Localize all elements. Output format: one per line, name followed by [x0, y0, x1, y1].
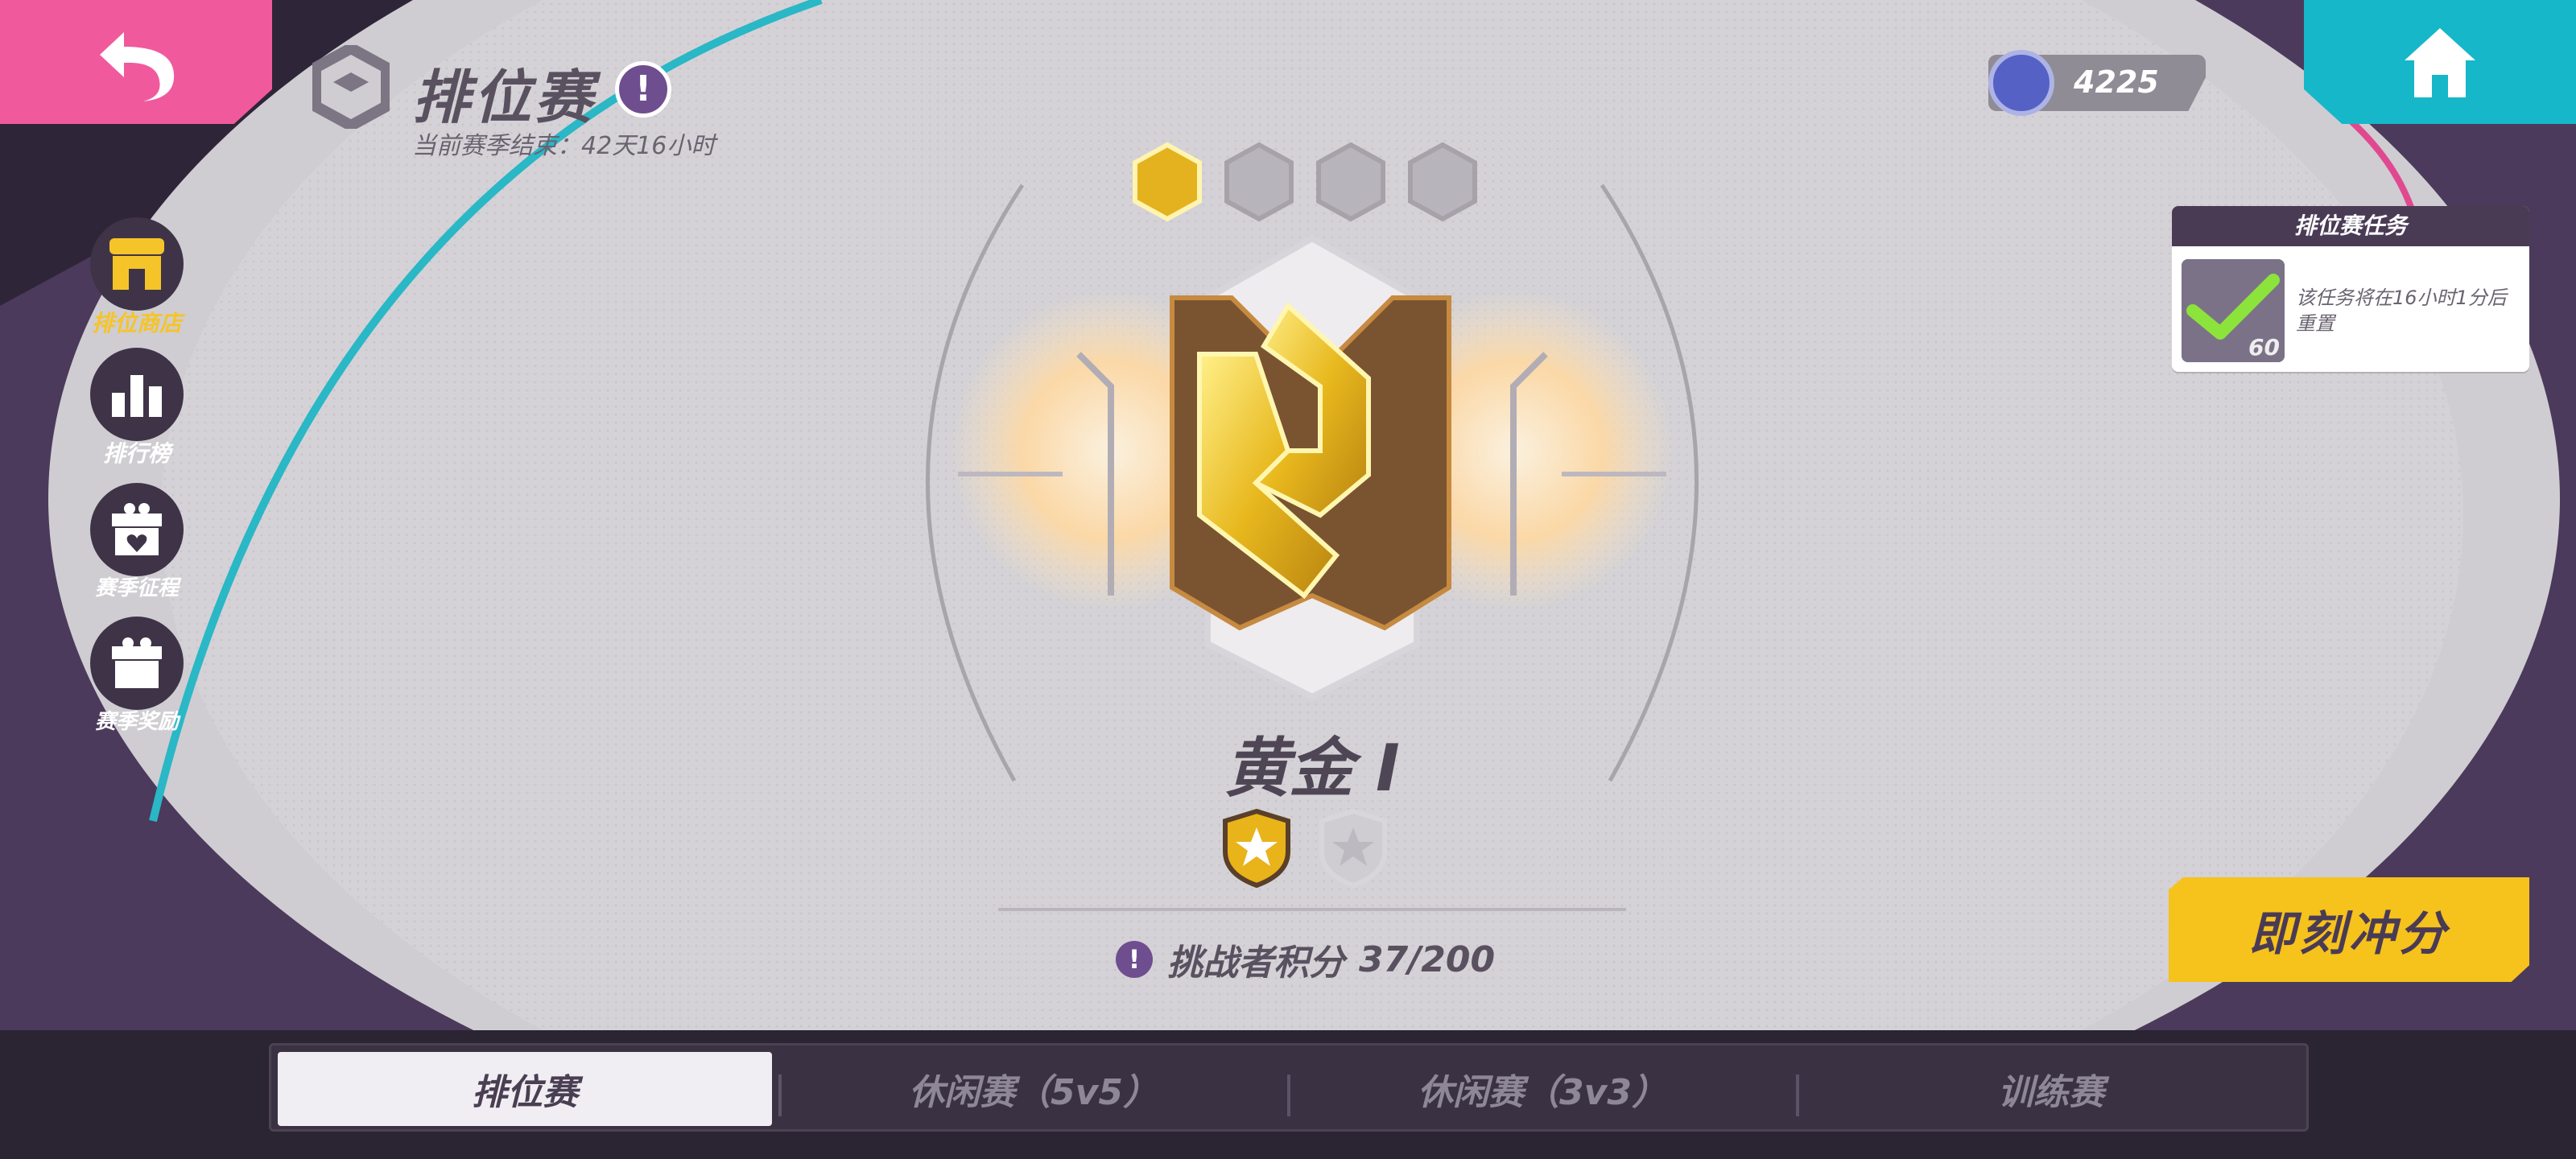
- leaderboard-icon: [90, 348, 184, 441]
- tab-casual-3v3[interactable]: 休闲赛（3v3）: [1295, 1052, 1790, 1126]
- tier-progress: [1132, 142, 1478, 222]
- sidebar-label: 赛季征程: [94, 576, 179, 600]
- season-journey-icon: [90, 483, 184, 576]
- tab-training[interactable]: 训练赛: [1804, 1052, 2298, 1126]
- ranked-logo-icon: [312, 45, 390, 129]
- tier-hex-empty-icon: [1224, 142, 1294, 222]
- sidebar-label: 排位商店: [91, 310, 182, 336]
- tier-hex-filled-icon: [1133, 142, 1202, 222]
- currency-value: 4225: [2074, 64, 2159, 100]
- sidebar-label: 赛季奖励: [94, 710, 179, 734]
- tier-hex-empty-icon: [1316, 142, 1385, 222]
- tier-hex-empty-icon: [1408, 142, 1477, 222]
- play-now-button[interactable]: 即刻冲分: [2169, 877, 2529, 982]
- star-earned-icon: [1223, 808, 1290, 889]
- back-button[interactable]: [0, 0, 272, 124]
- tab-separator: [778, 1074, 782, 1116]
- sidebar-item-season-reward[interactable]: 赛季奖励: [89, 617, 185, 735]
- task-thumb-number: 60: [2248, 334, 2280, 361]
- sidebar-item-rank-shop[interactable]: 排位商店: [89, 217, 185, 338]
- sidebar-item-season-journey[interactable]: 赛季征程: [89, 483, 185, 601]
- mode-tab-bar: 排位赛 休闲赛（5v5） 休闲赛（3v3） 训练赛: [269, 1043, 2309, 1132]
- rank-stars: [1220, 808, 1389, 889]
- back-arrow-icon: [100, 32, 175, 101]
- tab-ranked[interactable]: 排位赛: [278, 1052, 772, 1126]
- sidebar-item-leaderboard[interactable]: 排行榜: [89, 348, 185, 468]
- challenger-points: ! 挑战者积分 37/200: [1116, 934, 1495, 985]
- challenger-label: 挑战者积分: [1167, 942, 1344, 984]
- tab-casual-5v5[interactable]: 休闲赛（5v5）: [786, 1052, 1281, 1126]
- sidebar-label: 排行榜: [102, 440, 171, 467]
- challenger-value: 37/200: [1359, 938, 1496, 980]
- tab-separator: [1287, 1074, 1290, 1116]
- home-button[interactable]: [2304, 0, 2576, 124]
- rules-info-icon[interactable]: !: [615, 61, 671, 118]
- star-empty-icon: [1319, 808, 1387, 889]
- challenger-info-icon[interactable]: !: [1116, 941, 1153, 978]
- task-thumbnail: 60: [2182, 259, 2285, 362]
- game-stage: 排位赛 ! 当前赛季结束：42天16小时 4225 排位商店 排行榜 赛季征程 …: [0, 0, 2576, 1030]
- ranked-task-panel[interactable]: 排位赛任务 60 该任务将在16小时1分后重置: [2172, 206, 2529, 372]
- tab-separator: [1796, 1074, 1799, 1116]
- home-icon: [2405, 28, 2475, 97]
- page-title: 排位赛: [412, 64, 597, 131]
- season-end-timer: 当前赛季结束：42天16小时: [412, 132, 716, 160]
- task-panel-title: 排位赛任务: [2172, 206, 2529, 246]
- task-reset-text: 该任务将在16小时1分后重置: [2296, 287, 2507, 335]
- divider: [998, 908, 1626, 911]
- season-reward-icon: [90, 617, 184, 710]
- shop-icon: [90, 217, 184, 311]
- rank-coin-icon: [1988, 50, 2054, 116]
- rank-name: 黄金 I: [1224, 731, 1400, 806]
